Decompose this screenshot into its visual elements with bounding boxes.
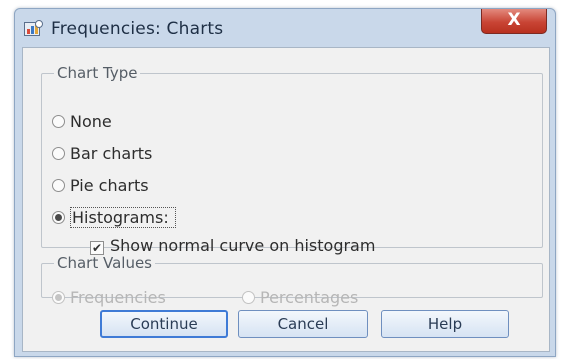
radio-histograms-label: Histograms: <box>70 207 176 228</box>
dialog-body: Chart Type None Bar charts Pie charts Hi… <box>22 47 550 352</box>
dialog-window: Frequencies: Charts X Chart Type None Ba… <box>14 8 556 357</box>
radio-percentages-label: Percentages <box>260 288 359 307</box>
normal-curve-check-indicator[interactable]: ✔ <box>90 241 104 255</box>
radio-frequencies-indicator <box>52 291 65 304</box>
radio-pie-charts-indicator[interactable] <box>52 179 65 192</box>
radio-frequencies: Frequencies <box>52 288 166 307</box>
chart-values-group: Chart Values Frequencies Percentages <box>41 254 543 307</box>
radio-pie-charts-label: Pie charts <box>70 176 149 195</box>
radio-bar-charts-label: Bar charts <box>70 144 153 163</box>
window-title: Frequencies: Charts <box>51 19 224 39</box>
normal-curve-checkbox[interactable]: ✔ Show normal curve on histogram <box>90 236 375 255</box>
radio-percentages-indicator <box>242 291 255 304</box>
continue-button[interactable]: Continue <box>100 310 228 338</box>
radio-percentages: Percentages <box>242 288 358 307</box>
radio-bar-charts[interactable]: Bar charts <box>52 144 152 163</box>
chart-app-icon <box>24 20 43 36</box>
radio-none-indicator[interactable] <box>52 115 65 128</box>
radio-none[interactable]: None <box>52 112 112 131</box>
chart-type-legend: Chart Type <box>57 64 138 82</box>
chart-type-group: Chart Type None Bar charts Pie charts Hi… <box>41 64 543 255</box>
chart-values-legend: Chart Values <box>57 254 152 272</box>
close-icon: X <box>507 10 521 30</box>
radio-histograms-indicator[interactable] <box>52 211 65 224</box>
radio-bar-charts-indicator[interactable] <box>52 147 65 160</box>
radio-none-label: None <box>70 112 112 131</box>
radio-frequencies-label: Frequencies <box>70 288 166 307</box>
title-bar[interactable]: Frequencies: Charts X <box>15 9 555 47</box>
help-button[interactable]: Help <box>381 310 509 338</box>
normal-curve-label: Show normal curve on histogram <box>110 236 376 255</box>
close-button[interactable]: X <box>481 9 547 34</box>
cancel-button[interactable]: Cancel <box>238 310 368 338</box>
radio-histograms[interactable]: Histograms: <box>52 207 176 228</box>
radio-pie-charts[interactable]: Pie charts <box>52 176 149 195</box>
